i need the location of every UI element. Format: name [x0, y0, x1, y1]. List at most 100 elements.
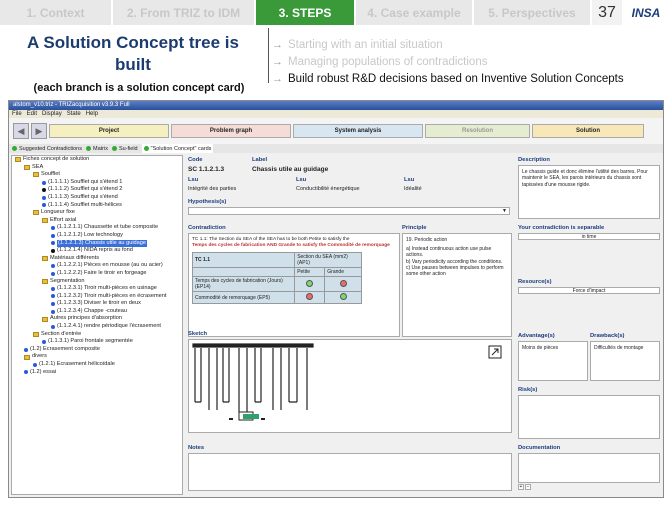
- tree-item[interactable]: (1.1.1.2) Soufflet qui s'étend 2: [12, 186, 182, 194]
- node-icon: [51, 241, 55, 246]
- forward-arrow-icon[interactable]: ▶: [31, 123, 47, 139]
- code-field: Code SC 1.1.2.1.3: [188, 157, 254, 173]
- tree-item[interactable]: (1.2.1) Ecrasement hélicoïdale: [12, 361, 182, 369]
- menu-display[interactable]: Display: [42, 110, 62, 118]
- add-icon[interactable]: +: [518, 484, 524, 490]
- page-number: 37: [592, 0, 622, 25]
- principle-item: a) Instead continuous action use pulse a…: [406, 246, 492, 259]
- tree-item-label: (1.1.2.1.4) NIDA repris au fond: [57, 247, 133, 254]
- slide-title: A Solution Concept tree is built: [27, 33, 239, 74]
- tree-item[interactable]: divers: [12, 353, 182, 361]
- tree-item[interactable]: Effort axial: [12, 217, 182, 225]
- menu-file[interactable]: File: [12, 110, 22, 118]
- tree-item[interactable]: (1.1.2.2.2) Faire le tiroir en forgeage: [12, 270, 182, 278]
- tree-item[interactable]: (1.1.2.3.3) Diviser le tiroir en deux: [12, 300, 182, 308]
- tree-item[interactable]: (1.1.2.3.4) Chappe -couteau: [12, 308, 182, 316]
- tree-item[interactable]: Section d'entrée: [12, 331, 182, 339]
- menu-bar: File Edit Display State Help: [9, 110, 663, 118]
- risk-panel: Risk(s): [518, 387, 660, 439]
- tree-item[interactable]: (1.1.1.4) Soufflet multi-hélices: [12, 202, 182, 210]
- contradiction-table: TC 1.1 Section du SEA (mm2) (AP1) Petite G…: [191, 252, 362, 304]
- tree-item[interactable]: (1.1.1.3) Soufflet qui s'étend: [12, 194, 182, 202]
- slide-navigation: 1. Context 2. From TRIZ to IDM 3. STEPS …: [0, 0, 672, 25]
- step-system-analysis[interactable]: System analysis: [293, 124, 423, 138]
- nav-tab-triz-idm[interactable]: 2. From TRIZ to IDM: [113, 0, 256, 25]
- tab-solution-concept-cards[interactable]: "Solution Concept" cards: [141, 144, 214, 153]
- tree-item[interactable]: Segmentation: [12, 278, 182, 286]
- tree-item[interactable]: Fiches concept de solution: [12, 156, 182, 164]
- drawback-value[interactable]: Difficultés de montage: [590, 341, 660, 381]
- tree-item-label: (1.1.1.3) Soufflet qui s'étend: [48, 193, 118, 200]
- separable-panel: Your contradiction is separable in time: [518, 225, 660, 240]
- tree-item[interactable]: (1.1.2.1.3) Chassis utile au guidage: [12, 239, 182, 248]
- tree-item[interactable]: Matériaux différents: [12, 255, 182, 263]
- tree-item[interactable]: (1.1.3.1) Paroi frontale segmentée: [12, 338, 182, 346]
- tree-item[interactable]: Longueur fixe: [12, 209, 182, 217]
- folder-icon: [24, 354, 30, 360]
- tree-item-label: (1.2) Ecrasement composite: [30, 345, 100, 352]
- tree-item[interactable]: (1.1.2.1.4) NIDA repris au fond: [12, 247, 182, 255]
- node-icon: [42, 203, 46, 208]
- tree-item[interactable]: (1.2) Ecrasement composite: [12, 346, 182, 354]
- step-solution[interactable]: Solution: [532, 124, 644, 138]
- code-value: SC 1.1.2.1.3: [188, 166, 225, 173]
- tab-suggested-contradictions[interactable]: Suggested Contradictions: [12, 144, 82, 153]
- nav-tab-perspectives[interactable]: 5. Perspectives: [474, 0, 592, 25]
- tree-item[interactable]: (1.1.2.4.1) rendre périodique l'écraseme…: [12, 323, 182, 331]
- node-icon: [42, 340, 46, 345]
- folder-icon: [42, 278, 48, 284]
- frown-icon: [339, 279, 347, 287]
- resource-value[interactable]: Force d'impact: [518, 287, 660, 294]
- separable-value[interactable]: in time: [518, 233, 660, 240]
- step-problem-graph[interactable]: Problem graph: [171, 124, 291, 138]
- advantage-value[interactable]: Moins de pièces: [518, 341, 588, 381]
- risk-field[interactable]: [518, 395, 660, 439]
- node-icon: [24, 347, 28, 352]
- tree-item[interactable]: (1.1.2.1.1) Chaussette et tube composite: [12, 224, 182, 232]
- nav-tab-case-example[interactable]: 4. Case example: [356, 0, 474, 25]
- tree-item-label: divers: [32, 353, 47, 360]
- label-value: Chassis utile au guidage: [252, 166, 329, 173]
- folder-icon: [33, 172, 39, 178]
- tab-su-field[interactable]: Su-field: [111, 144, 138, 153]
- remove-icon[interactable]: −: [525, 484, 531, 490]
- menu-edit[interactable]: Edit: [27, 110, 37, 118]
- documentation-field[interactable]: [518, 453, 660, 483]
- tree-item[interactable]: SEA: [12, 164, 182, 172]
- description-text[interactable]: Le chassis guide et donc élimine l'utili…: [518, 165, 660, 219]
- tree-item[interactable]: (1.1.1.1) Soufflet qui s'étend 1: [12, 179, 182, 187]
- nav-tab-steps[interactable]: 3. STEPS: [256, 0, 356, 25]
- tree-item[interactable]: Soufflet: [12, 171, 182, 179]
- parameters-row: Lsu Intégrité des parties Lsu Conductibili…: [188, 177, 508, 192]
- node-icon: [51, 324, 55, 329]
- tree-item[interactable]: (1.1.2.3.2) Tiroir multi-pièces en écras…: [12, 293, 182, 301]
- nav-tab-context[interactable]: 1. Context: [0, 0, 113, 25]
- tree-item[interactable]: (1.1.2.3.1) Tiroir multi-pièces en usina…: [12, 285, 182, 293]
- step-resolution[interactable]: Resolution: [425, 124, 530, 138]
- notes-field[interactable]: [188, 453, 512, 491]
- node-icon: [51, 302, 55, 307]
- back-arrow-icon[interactable]: ◀: [13, 123, 29, 139]
- principle-item: b) Vary periodicity according the condit…: [406, 258, 503, 265]
- tree-item[interactable]: (1.1.2.1.2) Low technology: [12, 232, 182, 240]
- contradiction-panel: Contradiction TC 1.1: The Section du SEA…: [188, 225, 400, 337]
- bullet-item: → Starting with an initial situation: [272, 38, 443, 51]
- status-dot-icon: [111, 146, 117, 151]
- tree-item-label: (1.2) essai: [30, 368, 57, 375]
- menu-help[interactable]: Help: [86, 110, 98, 118]
- insa-logo: INSA: [631, 5, 661, 20]
- step-project[interactable]: Project: [49, 124, 169, 138]
- tree-item-label: (1.1.2.1.2) Low technology: [57, 231, 123, 238]
- tree-item-label: Effort axial: [50, 216, 77, 223]
- tab-matrix[interactable]: Matrix: [85, 144, 108, 153]
- principle-panel: Principle 19. Periodic action a) Instead…: [402, 225, 512, 337]
- menu-state[interactable]: State: [67, 110, 81, 118]
- app-window: alstom_v10.triz - TRIZacquisition v3.9.3…: [8, 100, 664, 498]
- tree-item[interactable]: Autres principes d'absorption: [12, 315, 182, 323]
- hypothesis-dropdown[interactable]: ▼: [188, 207, 510, 215]
- resources-panel: Resource(s) Force d'impact: [518, 279, 660, 294]
- tree-item[interactable]: (1.1.2.2.1) Pièces en mousse (au ou acie…: [12, 262, 182, 270]
- solution-concept-tree[interactable]: Fiches concept de solution SEA Soufflet (1.…: [11, 155, 183, 495]
- window-title: alstom_v10.triz - TRIZacquisition v3.9.3…: [9, 101, 663, 110]
- tree-item[interactable]: (1.2) essai: [12, 369, 182, 377]
